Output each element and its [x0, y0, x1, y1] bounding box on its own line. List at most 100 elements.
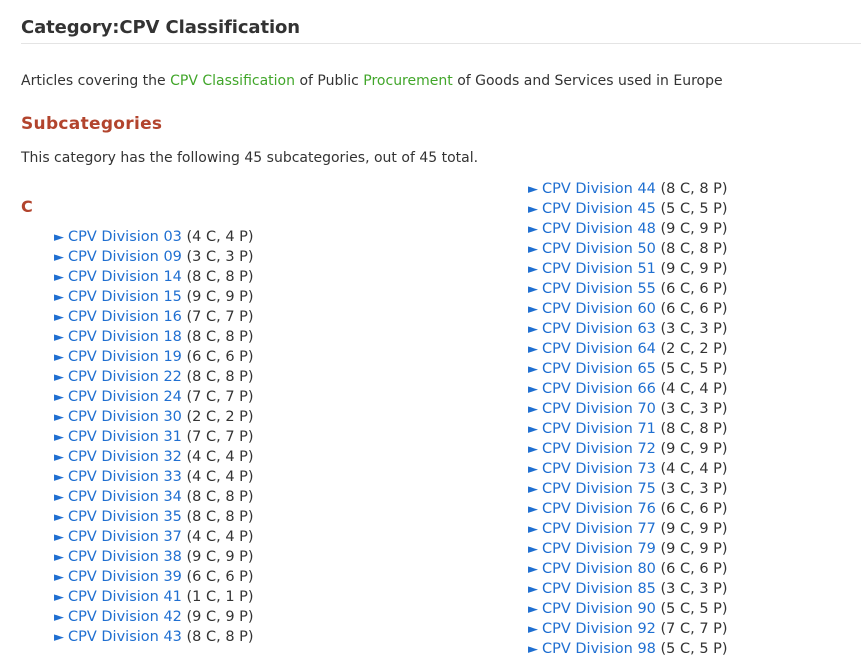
expand-arrow-icon[interactable]: ►	[54, 350, 64, 365]
expand-arrow-icon[interactable]: ►	[54, 270, 64, 285]
expand-arrow-icon[interactable]: ►	[528, 302, 538, 317]
expand-arrow-icon[interactable]: ►	[54, 630, 64, 645]
subcategory-link[interactable]: CPV Division 50	[542, 241, 656, 257]
subcategory-item: ► CPV Division 19 (6 C, 6 P)	[54, 347, 254, 367]
subcategory-link[interactable]: CPV Division 63	[542, 321, 656, 337]
procurement-link[interactable]: Procurement	[363, 73, 452, 89]
title-divider	[21, 43, 861, 44]
subcategory-item: ► CPV Division 48 (9 C, 9 P)	[528, 219, 728, 239]
expand-arrow-icon[interactable]: ►	[54, 330, 64, 345]
subcategory-link[interactable]: CPV Division 18	[68, 329, 182, 345]
expand-arrow-icon[interactable]: ►	[54, 550, 64, 565]
expand-arrow-icon[interactable]: ►	[528, 222, 538, 237]
cpv-classification-link[interactable]: CPV Classification	[170, 73, 295, 89]
subcategory-link[interactable]: CPV Division 45	[542, 201, 656, 217]
subcategory-link[interactable]: CPV Division 30	[68, 409, 182, 425]
subcategory-link[interactable]: CPV Division 44	[542, 181, 656, 197]
subcategory-link[interactable]: CPV Division 03	[68, 229, 182, 245]
subcategory-link[interactable]: CPV Division 42	[68, 609, 182, 625]
expand-arrow-icon[interactable]: ►	[528, 182, 538, 197]
subcategory-link[interactable]: CPV Division 65	[542, 361, 656, 377]
expand-arrow-icon[interactable]: ►	[528, 502, 538, 517]
subcategory-link[interactable]: CPV Division 33	[68, 469, 182, 485]
expand-arrow-icon[interactable]: ►	[528, 282, 538, 297]
subcategory-link[interactable]: CPV Division 15	[68, 289, 182, 305]
expand-arrow-icon[interactable]: ►	[528, 402, 538, 417]
subcategory-link[interactable]: CPV Division 64	[542, 341, 656, 357]
expand-arrow-icon[interactable]: ►	[528, 582, 538, 597]
expand-arrow-icon[interactable]: ►	[54, 370, 64, 385]
expand-arrow-icon[interactable]: ►	[54, 290, 64, 305]
subcategory-link[interactable]: CPV Division 70	[542, 401, 656, 417]
subcategory-link[interactable]: CPV Division 32	[68, 449, 182, 465]
expand-arrow-icon[interactable]: ►	[54, 470, 64, 485]
subcategory-link[interactable]: CPV Division 37	[68, 529, 182, 545]
subcategory-link[interactable]: CPV Division 85	[542, 581, 656, 597]
subcategory-link[interactable]: CPV Division 55	[542, 281, 656, 297]
subcategory-link[interactable]: CPV Division 73	[542, 461, 656, 477]
expand-arrow-icon[interactable]: ►	[528, 562, 538, 577]
expand-arrow-icon[interactable]: ►	[528, 422, 538, 437]
subcategory-count-badge: (9 C, 9 P)	[186, 549, 254, 565]
expand-arrow-icon[interactable]: ►	[528, 242, 538, 257]
subcategory-link[interactable]: CPV Division 43	[68, 629, 182, 645]
expand-arrow-icon[interactable]: ►	[528, 262, 538, 277]
expand-arrow-icon[interactable]: ►	[54, 610, 64, 625]
expand-arrow-icon[interactable]: ►	[54, 590, 64, 605]
expand-arrow-icon[interactable]: ►	[54, 410, 64, 425]
subcategory-link[interactable]: CPV Division 51	[542, 261, 656, 277]
subcategory-link[interactable]: CPV Division 75	[542, 481, 656, 497]
subcategory-link[interactable]: CPV Division 80	[542, 561, 656, 577]
expand-arrow-icon[interactable]: ►	[528, 642, 538, 657]
expand-arrow-icon[interactable]: ►	[54, 390, 64, 405]
subcategory-link[interactable]: CPV Division 35	[68, 509, 182, 525]
subcategory-count-badge: (9 C, 9 P)	[660, 521, 728, 537]
expand-arrow-icon[interactable]: ►	[528, 622, 538, 637]
subcategory-link[interactable]: CPV Division 79	[542, 541, 656, 557]
subcategory-link[interactable]: CPV Division 77	[542, 521, 656, 537]
subcategory-link[interactable]: CPV Division 14	[68, 269, 182, 285]
expand-arrow-icon[interactable]: ►	[528, 542, 538, 557]
subcategory-link[interactable]: CPV Division 98	[542, 641, 656, 657]
expand-arrow-icon[interactable]: ►	[528, 462, 538, 477]
subcategory-link[interactable]: CPV Division 24	[68, 389, 182, 405]
expand-arrow-icon[interactable]: ►	[54, 490, 64, 505]
subcategory-link[interactable]: CPV Division 66	[542, 381, 656, 397]
category-description: Articles covering the CPV Classification…	[21, 73, 723, 89]
expand-arrow-icon[interactable]: ►	[528, 522, 538, 537]
subcategory-link[interactable]: CPV Division 09	[68, 249, 182, 265]
subcategory-link[interactable]: CPV Division 90	[542, 601, 656, 617]
subcategory-link[interactable]: CPV Division 60	[542, 301, 656, 317]
subcategory-link[interactable]: CPV Division 92	[542, 621, 656, 637]
subcategory-link[interactable]: CPV Division 48	[542, 221, 656, 237]
subcategory-link[interactable]: CPV Division 22	[68, 369, 182, 385]
expand-arrow-icon[interactable]: ►	[528, 362, 538, 377]
subcategory-link[interactable]: CPV Division 71	[542, 421, 656, 437]
expand-arrow-icon[interactable]: ►	[54, 530, 64, 545]
expand-arrow-icon[interactable]: ►	[528, 482, 538, 497]
expand-arrow-icon[interactable]: ►	[528, 342, 538, 357]
expand-arrow-icon[interactable]: ►	[54, 230, 64, 245]
subcategory-link[interactable]: CPV Division 19	[68, 349, 182, 365]
expand-arrow-icon[interactable]: ►	[528, 202, 538, 217]
expand-arrow-icon[interactable]: ►	[54, 250, 64, 265]
subcategory-link[interactable]: CPV Division 76	[542, 501, 656, 517]
expand-arrow-icon[interactable]: ►	[528, 602, 538, 617]
expand-arrow-icon[interactable]: ►	[54, 510, 64, 525]
subcategory-link[interactable]: CPV Division 31	[68, 429, 182, 445]
expand-arrow-icon[interactable]: ►	[54, 450, 64, 465]
expand-arrow-icon[interactable]: ►	[54, 310, 64, 325]
expand-arrow-icon[interactable]: ►	[528, 322, 538, 337]
subcategory-link[interactable]: CPV Division 41	[68, 589, 182, 605]
expand-arrow-icon[interactable]: ►	[528, 382, 538, 397]
subcategory-list-right: ► CPV Division 44 (8 C, 8 P) ► CPV Division…	[528, 179, 728, 659]
subcategory-link[interactable]: CPV Division 34	[68, 489, 182, 505]
subcategory-link[interactable]: CPV Division 72	[542, 441, 656, 457]
expand-arrow-icon[interactable]: ►	[54, 570, 64, 585]
subcategory-link[interactable]: CPV Division 39	[68, 569, 182, 585]
expand-arrow-icon[interactable]: ►	[528, 442, 538, 457]
subcategory-link[interactable]: CPV Division 16	[68, 309, 182, 325]
expand-arrow-icon[interactable]: ►	[54, 430, 64, 445]
subcategory-count-badge: (7 C, 7 P)	[186, 309, 254, 325]
subcategory-link[interactable]: CPV Division 38	[68, 549, 182, 565]
